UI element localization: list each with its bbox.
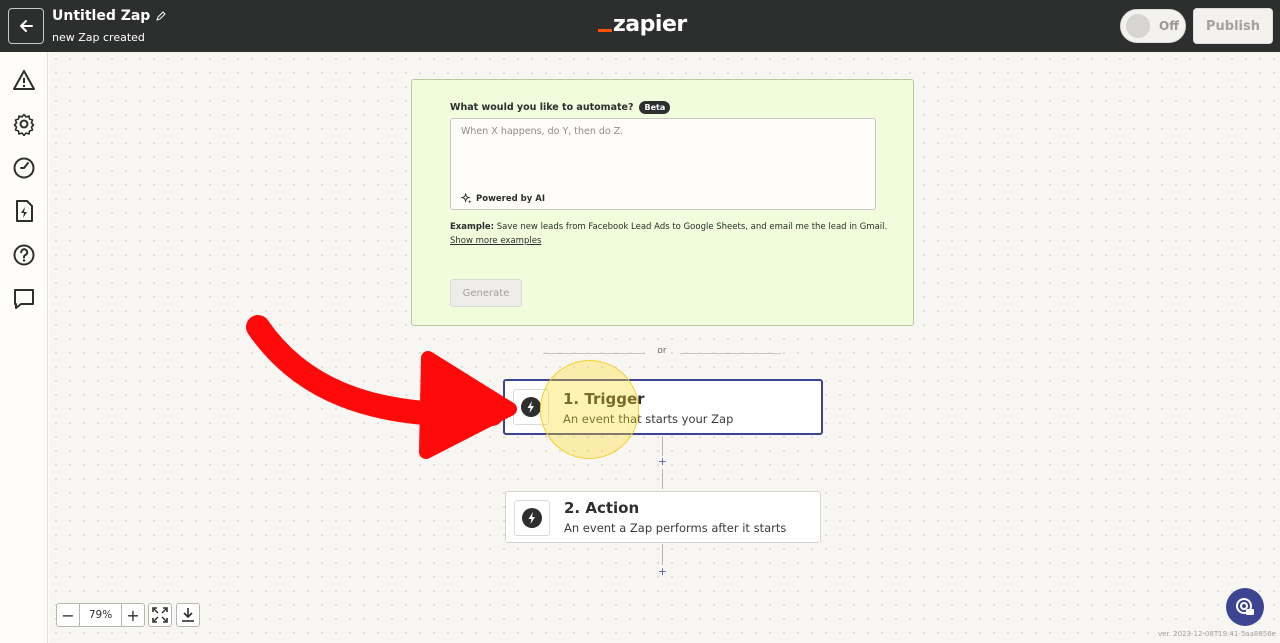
zap-subtitle: new Zap created: [52, 31, 145, 44]
version-text: ver. 2023-12-08T19:41-5aa8856e: [1158, 630, 1276, 638]
zapier-logo[interactable]: zapier: [598, 12, 687, 37]
help-chat-button[interactable]: [1226, 588, 1264, 626]
or-divider-text: or: [657, 346, 667, 356]
zap-on-off-toggle[interactable]: Off: [1120, 9, 1186, 43]
ai-question-text: What would you like to automate?: [450, 102, 634, 113]
toggle-knob: [1126, 14, 1150, 38]
back-button[interactable]: [8, 8, 44, 44]
action-step-subtitle: An event a Zap performs after it starts: [564, 521, 787, 535]
zoom-out-button[interactable]: −: [57, 604, 79, 626]
publish-button[interactable]: Publish: [1193, 8, 1273, 44]
bolt-icon: [522, 508, 542, 528]
help-circle-icon[interactable]: [12, 243, 36, 267]
arrow-left-icon: [20, 20, 33, 32]
sparkle-icon: [461, 193, 472, 204]
download-button[interactable]: [176, 603, 200, 627]
top-bar: Untitled Zap new Zap created zapier Off …: [0, 0, 1280, 52]
left-sidebar: [0, 52, 48, 643]
support-icon: [1236, 598, 1254, 615]
divider-line-left: [543, 353, 645, 354]
chat-icon[interactable]: [12, 287, 36, 311]
fit-to-screen-button[interactable]: [148, 603, 172, 627]
action-app-icon-box: [514, 500, 550, 536]
divider-line-right: [680, 353, 781, 354]
ai-prompt-placeholder: When X happens, do Y, then do Z.: [461, 126, 624, 137]
connector-line: [662, 544, 663, 565]
connector-line: [662, 469, 663, 489]
warning-icon[interactable]: [12, 68, 36, 92]
ai-zap-builder-panel: What would you like to automate? Beta Wh…: [411, 79, 914, 326]
clock-icon[interactable]: [12, 156, 36, 180]
action-step-title: 2. Action: [564, 499, 640, 517]
powered-by-text: Powered by AI: [476, 193, 546, 204]
file-bolt-icon[interactable]: [12, 199, 36, 223]
add-step-button[interactable]: +: [656, 566, 669, 577]
show-more-examples-link[interactable]: Show more examples: [450, 236, 541, 246]
zap-title-text: Untitled Zap: [52, 8, 151, 24]
zoom-in-button[interactable]: +: [122, 604, 144, 626]
pencil-icon[interactable]: [156, 11, 167, 21]
trigger-app-icon-box: [513, 389, 549, 425]
logo-underscore: [598, 29, 612, 32]
powered-by-ai: Powered by AI: [461, 193, 545, 204]
bolt-icon: [521, 397, 541, 417]
ai-prompt-input[interactable]: When X happens, do Y, then do Z. Powered…: [450, 118, 876, 210]
expand-icon: [152, 607, 168, 623]
logo-text: zapier: [613, 12, 687, 37]
trigger-step-title: 1. Trigger: [563, 390, 645, 408]
beta-badge: Beta: [639, 101, 671, 114]
example-body: Save new leads from Facebook Lead Ads to…: [494, 222, 888, 232]
example-label: Example:: [450, 222, 495, 232]
toggle-label: Off: [1159, 19, 1179, 33]
zap-title[interactable]: Untitled Zap: [52, 8, 167, 24]
trigger-step-card[interactable]: 1. Trigger An event that starts your Zap: [503, 379, 823, 435]
generate-button[interactable]: Generate: [450, 279, 522, 307]
trigger-step-subtitle: An event that starts your Zap: [563, 412, 734, 426]
ai-question-label: What would you like to automate? Beta: [450, 101, 671, 114]
example-text: Example: Save new leads from Facebook Le…: [450, 222, 887, 232]
zoom-level: 79%: [79, 604, 122, 626]
connector-line: [662, 436, 663, 456]
gear-icon[interactable]: [12, 112, 36, 136]
add-step-button[interactable]: +: [656, 456, 669, 467]
download-icon: [182, 608, 194, 622]
action-step-card[interactable]: 2. Action An event a Zap performs after …: [505, 491, 821, 543]
zoom-controls: − 79% +: [56, 603, 145, 627]
